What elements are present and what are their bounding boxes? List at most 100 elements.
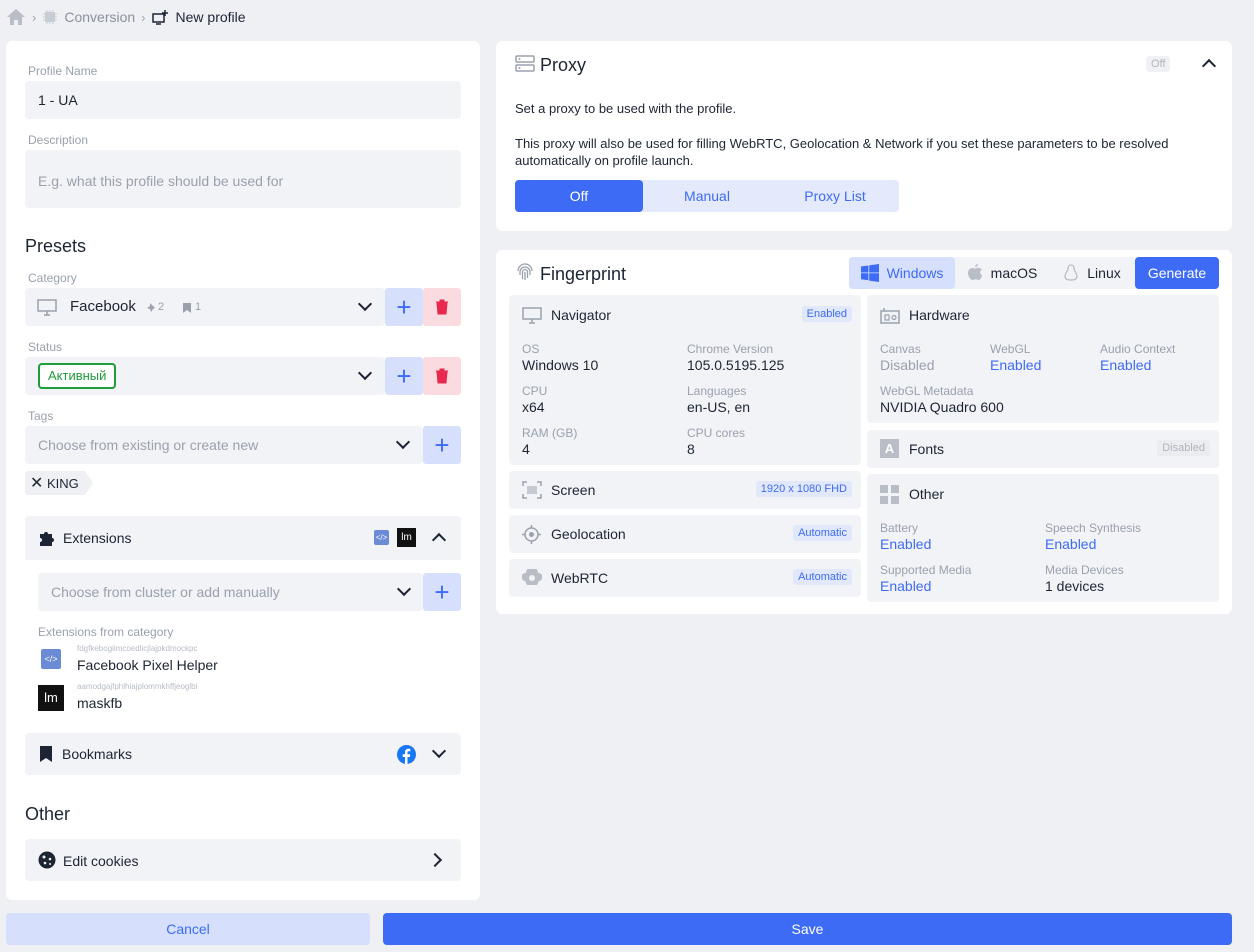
- other-fingerprint-section[interactable]: Other Battery Enabled Speech Synthesis E…: [867, 474, 1219, 602]
- add-category-button[interactable]: +: [385, 288, 423, 326]
- other-fingerprint-title: Other: [909, 486, 945, 502]
- webgl-metadata-value: NVIDIA Quadro 600: [880, 399, 1004, 415]
- profile-name-input[interactable]: 1 - UA: [25, 81, 461, 119]
- category-value: Facebook: [70, 298, 136, 315]
- ram-value: 4: [522, 441, 530, 457]
- extensions-from-category-label: Extensions from category: [38, 625, 174, 639]
- os-tabs: Windows macOS Linux Generate: [849, 257, 1219, 289]
- proxy-panel: Proxy Off Set a proxy to be used with th…: [496, 41, 1232, 231]
- canvas-value: Disabled: [880, 357, 935, 373]
- category-select[interactable]: Facebook 2 1: [25, 288, 385, 326]
- cancel-button[interactable]: Cancel: [6, 913, 370, 945]
- geolocation-badge: Automatic: [793, 525, 852, 541]
- status-select[interactable]: Активный: [25, 357, 385, 395]
- chevron-down-icon: [431, 743, 447, 759]
- webgl-value: Enabled: [990, 357, 1042, 373]
- chevron-down-icon: [357, 296, 373, 312]
- chevron-down-icon: [395, 434, 411, 450]
- tags-placeholder: Choose from existing or create new: [38, 437, 259, 453]
- remove-tag-icon[interactable]: ✕: [30, 473, 43, 493]
- proxy-tab-off[interactable]: Off: [515, 180, 643, 212]
- home-icon[interactable]: [6, 8, 26, 26]
- proxy-tab-manual[interactable]: Manual: [643, 180, 771, 212]
- webrtc-section[interactable]: WebRTC Automatic: [509, 559, 861, 597]
- extensions-body: Choose from cluster or add manually + Ex…: [25, 560, 461, 721]
- chevron-up-icon: [431, 532, 447, 548]
- screen-section[interactable]: Screen 1920 x 1080 FHD: [509, 471, 861, 509]
- proxy-title: Proxy: [540, 55, 587, 75]
- server-icon: [515, 55, 535, 72]
- edit-cookies-label: Edit cookies: [63, 853, 139, 869]
- extension-name: Facebook Pixel Helper: [77, 657, 218, 673]
- collapse-proxy-icon[interactable]: [1201, 58, 1217, 74]
- plus-icon: +: [396, 360, 412, 391]
- hardware-title: Hardware: [909, 307, 970, 323]
- breadcrumb: › Conversion › New profile: [6, 6, 246, 28]
- languages-value: en-US, en: [687, 399, 751, 415]
- bookmarks-section[interactable]: Bookmarks: [25, 733, 461, 775]
- supported-media-value: Enabled: [880, 578, 932, 594]
- battery-label: Battery: [880, 521, 919, 535]
- cpu-cores-value: 8: [687, 441, 695, 457]
- extension-id: aamodgajfphlhiajplommkhffjeoglbi: [77, 682, 198, 691]
- chrome-version-label: Chrome Version: [687, 342, 774, 356]
- tag-chip: ✕ KING: [25, 471, 93, 495]
- webrtc-badge: Automatic: [793, 569, 852, 585]
- status-label: Status: [28, 340, 63, 354]
- os-label: OS: [522, 342, 540, 356]
- generate-button[interactable]: Generate: [1135, 257, 1219, 289]
- supported-media-label: Supported Media: [880, 563, 972, 577]
- chevron-right-icon: [427, 852, 443, 868]
- breadcrumb-conversion[interactable]: Conversion: [64, 9, 135, 25]
- screen-icon: [522, 481, 542, 499]
- extensions-input[interactable]: Choose from cluster or add manually: [38, 573, 423, 611]
- extensions-header[interactable]: Extensions </> lm: [25, 516, 461, 560]
- extension-id: fdgfkebogiimcoedlicjlajpkdmockpc: [77, 644, 198, 653]
- cookie-icon: [38, 851, 56, 869]
- proxy-tab-list[interactable]: Proxy List: [771, 180, 899, 212]
- save-button[interactable]: Save: [383, 913, 1232, 945]
- fonts-section[interactable]: A Fonts Disabled: [867, 430, 1219, 468]
- bookmarks-title: Bookmarks: [62, 746, 133, 762]
- chevron-right-icon: ›: [32, 9, 37, 25]
- os-tab-windows[interactable]: Windows: [849, 257, 955, 289]
- delete-category-button[interactable]: [423, 288, 461, 326]
- extension-item[interactable]: </> fdgfkebogiimcoedlicjlajpkdmockpc Fac…: [38, 644, 418, 678]
- battery-value: Enabled: [880, 536, 932, 552]
- grid-icon: [880, 485, 899, 504]
- cpu-label: CPU: [522, 384, 548, 398]
- add-status-button[interactable]: +: [385, 357, 423, 395]
- os-tab-linux[interactable]: Linux: [1049, 257, 1135, 289]
- delete-status-button[interactable]: [423, 357, 461, 395]
- other-title: Other: [25, 804, 71, 824]
- description-input[interactable]: E.g. what this profile should be used fo…: [25, 150, 461, 208]
- edit-cookies-button[interactable]: Edit cookies: [25, 839, 461, 881]
- geolocation-section[interactable]: Geolocation Automatic: [509, 515, 861, 553]
- profile-name-label: Profile Name: [28, 64, 98, 78]
- proxy-description: Set a proxy to be used with the profile.: [515, 101, 737, 116]
- tag-chip-label: KING: [47, 476, 79, 491]
- chevron-down-icon: [396, 581, 412, 597]
- proxy-mode-tabs: Off Manual Proxy List: [515, 180, 899, 212]
- fingerprint-title: Fingerprint: [540, 264, 627, 284]
- tags-input[interactable]: Choose from existing or create new: [25, 426, 423, 464]
- trash-icon: [436, 368, 448, 384]
- add-extension-button[interactable]: +: [423, 573, 461, 611]
- proxy-note: This proxy will also be used for filling…: [515, 136, 1169, 168]
- hardware-section[interactable]: Hardware Canvas Disabled WebGL Enabled A…: [867, 295, 1219, 423]
- linux-icon: [1064, 264, 1078, 281]
- chrome-version-value: 105.0.5195.125: [687, 357, 785, 373]
- webgl-label: WebGL: [990, 342, 1031, 356]
- profile-name-value: 1 - UA: [38, 92, 78, 108]
- os-tab-macos[interactable]: macOS: [955, 257, 1049, 289]
- extension-item[interactable]: lm aamodgajfphlhiajplommkhffjeoglbi mask…: [38, 682, 418, 716]
- chevron-down-icon: [357, 365, 373, 381]
- fonts-title: Fonts: [909, 441, 945, 457]
- pixel-helper-icon: </>: [41, 649, 61, 669]
- bookmark-icon: [40, 746, 52, 762]
- fonts-badge: Disabled: [1157, 440, 1210, 456]
- plus-icon: +: [434, 429, 450, 460]
- add-tag-button[interactable]: +: [423, 426, 461, 464]
- tags-label: Tags: [28, 409, 54, 423]
- navigator-section[interactable]: Navigator Enabled OS Windows 10 Chrome V…: [509, 295, 861, 465]
